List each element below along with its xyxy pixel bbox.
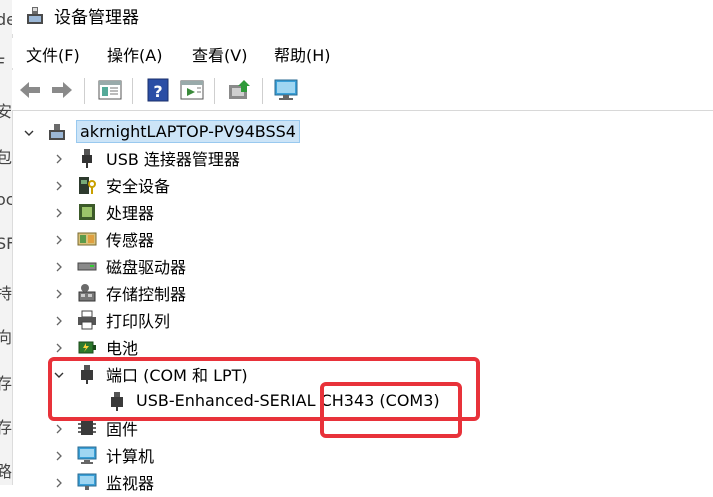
printer-icon — [76, 309, 98, 331]
tree-category-label: 磁盘驱动器 — [106, 257, 187, 277]
tree-category-storage-controller[interactable]: 存储控制器 — [52, 279, 186, 306]
chevron-right-icon[interactable] — [52, 259, 66, 273]
tree-category-battery[interactable]: 电池 — [52, 333, 138, 360]
tree-category-label: 打印队列 — [106, 311, 171, 331]
computer-icon — [76, 444, 98, 466]
battery-icon — [76, 336, 98, 358]
chevron-right-icon[interactable] — [52, 151, 66, 165]
forward-arrow-icon[interactable] — [48, 76, 76, 104]
back-arrow-icon[interactable] — [16, 76, 44, 104]
chevron-down-icon[interactable] — [22, 125, 36, 139]
sensor-icon — [76, 228, 98, 250]
tree-category-label: 安全设备 — [106, 176, 171, 196]
tree-category-label: 处理器 — [106, 203, 155, 223]
bg-fragment: 存 — [0, 414, 12, 438]
bg-fragment: 安 — [0, 98, 12, 122]
update-driver-icon[interactable] — [178, 76, 206, 104]
menu-view[interactable]: 查看(V) — [192, 42, 247, 66]
bg-fragment: 存 — [0, 370, 12, 394]
window-title: 设备管理器 — [54, 8, 139, 28]
tree-category-label: 传感器 — [106, 230, 155, 250]
tree-category-computer[interactable]: 计算机 — [52, 441, 154, 468]
chevron-right-icon[interactable] — [52, 475, 66, 489]
chevron-right-icon[interactable] — [52, 286, 66, 300]
tree-category-label: 计算机 — [106, 446, 155, 466]
chevron-right-icon[interactable] — [52, 232, 66, 246]
toolbar-separator — [262, 78, 263, 104]
toolbar-separator — [132, 78, 133, 104]
bg-fragment: 包 — [0, 144, 12, 168]
bg-fragment: 持 — [0, 280, 12, 304]
annotation-highlight-com3 — [320, 382, 462, 438]
tree-category-monitor[interactable]: 监视器 — [52, 468, 154, 495]
tree-category-label: 电池 — [106, 338, 139, 358]
monitor-icon — [76, 471, 98, 493]
tree-root[interactable]: akrnightLAPTOP-PV94BSS4 — [22, 118, 300, 145]
chevron-right-icon[interactable] — [52, 448, 66, 462]
computer-tree-icon — [46, 121, 68, 143]
tree-category-print-queue[interactable]: 打印队列 — [52, 306, 170, 333]
chevron-right-icon[interactable] — [52, 421, 66, 435]
tree-category-label: USB 连接器管理器 — [106, 149, 240, 169]
usb-connector-icon — [76, 147, 98, 169]
tree-category-security[interactable]: 安全设备 — [52, 171, 170, 198]
tree-category-sensor[interactable]: 传感器 — [52, 225, 154, 252]
storage-controller-icon — [76, 282, 98, 304]
properties-panel-icon[interactable] — [96, 76, 124, 104]
bg-fragment: 向 — [0, 324, 12, 348]
toolbar: ? — [12, 70, 713, 111]
security-device-icon — [76, 174, 98, 196]
tree-category-disk-drive[interactable]: 磁盘驱动器 — [52, 252, 186, 279]
device-tree: akrnightLAPTOP-PV94BSS4 USB 连接器管理器 安全设备 … — [12, 112, 713, 493]
menu-file[interactable]: 文件(F) — [26, 42, 80, 66]
device-manager-icon — [24, 5, 46, 31]
chevron-right-icon[interactable] — [52, 178, 66, 192]
root-computer-name[interactable]: akrnightLAPTOP-PV94BSS4 — [76, 120, 300, 143]
title-bar: 设备管理器 — [12, 0, 713, 34]
chevron-right-icon[interactable] — [52, 313, 66, 327]
toolbar-separator — [84, 78, 85, 104]
tree-category-processor[interactable]: 处理器 — [52, 198, 154, 225]
scan-hardware-icon[interactable] — [226, 76, 254, 104]
chevron-right-icon[interactable] — [52, 340, 66, 354]
chevron-right-icon[interactable] — [52, 205, 66, 219]
toolbar-separator — [214, 78, 215, 104]
bg-fragment: F — [0, 54, 5, 73]
menu-help[interactable]: 帮助(H) — [274, 42, 331, 66]
monitor-icon[interactable] — [272, 76, 300, 104]
processor-icon — [76, 201, 98, 223]
menu-bar: 文件(F) 操作(A) 查看(V) 帮助(H) — [12, 38, 713, 68]
tree-category-usb-connector[interactable]: USB 连接器管理器 — [52, 144, 240, 171]
bg-fragment: 路 — [0, 458, 12, 482]
menu-action[interactable]: 操作(A) — [107, 42, 162, 66]
tree-category-label: 存储控制器 — [106, 284, 187, 304]
svg-text:?: ? — [153, 82, 162, 101]
help-icon[interactable]: ? — [144, 76, 172, 104]
tree-category-label: 监视器 — [106, 473, 155, 493]
disk-drive-icon — [76, 255, 98, 277]
